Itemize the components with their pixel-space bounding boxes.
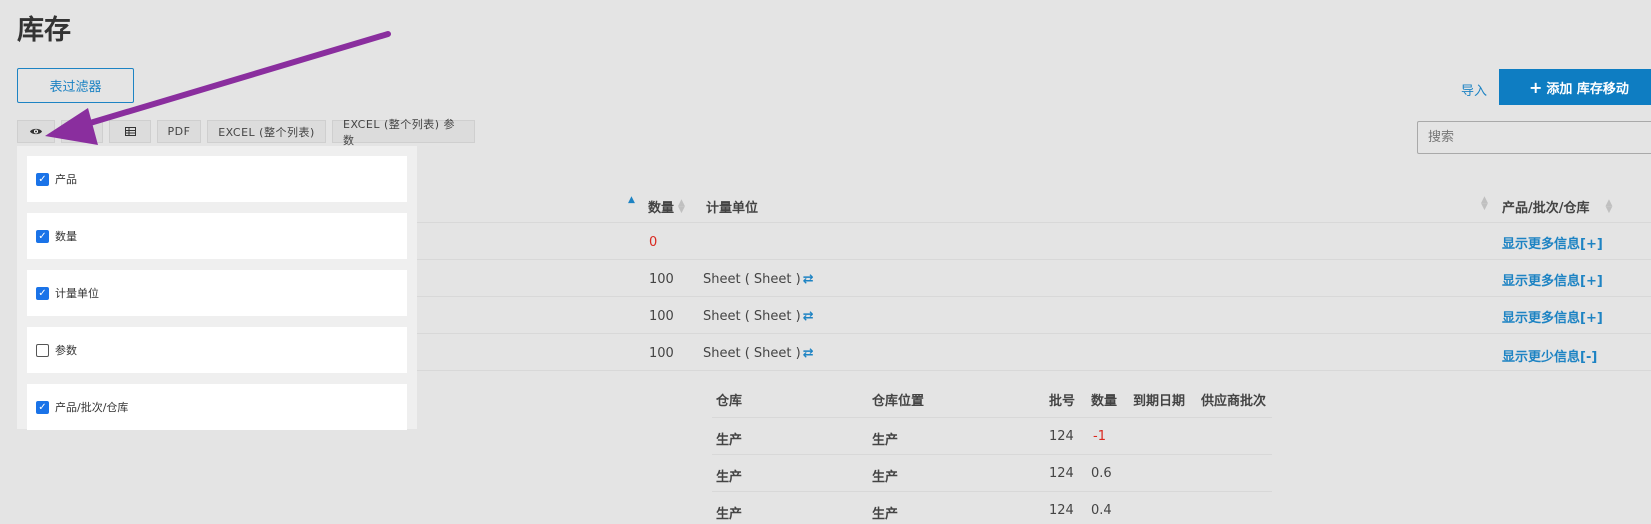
column-toggle-label: 参数 xyxy=(55,344,77,357)
subtable-cell-quantity: -1 xyxy=(1093,429,1106,444)
sort-asc-icon: ▲ xyxy=(628,195,635,205)
subtable-cell-warehouse: 生产 xyxy=(716,507,743,522)
subtable-cell-warehouse: 生产 xyxy=(716,470,743,485)
convert-icon[interactable]: ⇄ xyxy=(803,272,814,287)
row-divider xyxy=(410,259,1651,260)
subtable-cell-location: 生产 xyxy=(872,433,899,448)
export-toolbar: PDF EXCEL (整个列表) EXCEL (整个列表) 参数 xyxy=(17,118,475,147)
add-stock-movement-label: 添加 库存移动 xyxy=(1546,81,1629,97)
subtable-cell-lot: 124 xyxy=(1049,429,1074,444)
subtable-header-warehouse: 仓库 xyxy=(716,394,743,409)
table-filter-button[interactable]: 表过滤器 xyxy=(17,68,134,103)
convert-icon[interactable]: ⇄ xyxy=(803,309,814,324)
subtable-cell-location: 生产 xyxy=(872,470,899,485)
sort-indicator[interactable]: ▲ xyxy=(624,195,635,205)
show-more-link[interactable]: 显示更多信息[+] xyxy=(1502,233,1603,252)
subtable-divider xyxy=(712,454,1272,455)
row-unit: Sheet ( Sheet ) ⇄ xyxy=(703,272,814,287)
column-header-unit-label: 计量单位 xyxy=(706,201,759,216)
row-unit: Sheet ( Sheet ) ⇄ xyxy=(703,309,814,324)
row-quantity: 100 xyxy=(649,309,674,324)
subtable-cell-warehouse: 生产 xyxy=(716,433,743,448)
column-toggle-label: 产品/批次/仓库 xyxy=(55,401,129,414)
csv-button[interactable] xyxy=(109,120,151,143)
import-link[interactable]: 导入 xyxy=(1461,80,1487,99)
convert-icon[interactable]: ⇄ xyxy=(803,346,814,361)
show-less-link[interactable]: 显示更少信息[-] xyxy=(1502,346,1597,365)
eye-icon xyxy=(30,128,42,135)
column-toggle-parameters[interactable]: 参数 xyxy=(27,327,407,373)
subtable-header-expiry: 到期日期 xyxy=(1133,394,1186,409)
subtable-divider xyxy=(712,417,1272,418)
column-header-product-lot-warehouse-label: 产品/批次/仓库 xyxy=(1502,201,1590,216)
excel-full-list-button[interactable]: EXCEL (整个列表) xyxy=(207,120,326,143)
subtable-header-lot: 批号 xyxy=(1049,394,1076,409)
sort-indicator-unit[interactable]: ▲ ▼ xyxy=(1477,195,1488,212)
subtable-cell-location: 生产 xyxy=(872,507,899,522)
column-toggle-product-lot-warehouse[interactable]: ✓ 产品/批次/仓库 xyxy=(27,384,407,430)
page-title: 库存 xyxy=(17,15,71,46)
row-quantity: 100 xyxy=(649,272,674,287)
row-divider xyxy=(410,333,1651,334)
column-toggle-quantity[interactable]: ✓ 数量 xyxy=(27,213,407,259)
column-toggle-label: 产品 xyxy=(55,173,77,186)
search-input[interactable] xyxy=(1417,121,1651,154)
subtable-divider xyxy=(712,491,1272,492)
column-header-quantity[interactable]: 数量 ▲ ▼ xyxy=(648,197,685,216)
subtable-header-location: 仓库位置 xyxy=(872,394,925,409)
row-quantity: 100 xyxy=(649,346,674,361)
row-unit-label: Sheet ( Sheet ) xyxy=(703,346,801,361)
checkbox-checked[interactable]: ✓ xyxy=(36,286,49,300)
column-toggle-unit[interactable]: ✓ 计量单位 xyxy=(27,270,407,316)
sort-icon: ▲ ▼ xyxy=(678,197,685,215)
subtable-cell-quantity: 0.6 xyxy=(1091,466,1112,481)
column-header-unit[interactable]: 计量单位 xyxy=(706,197,758,216)
add-stock-movement-button[interactable]: + 添加 库存移动 xyxy=(1499,69,1651,105)
sort-icon: ▲ ▼ xyxy=(1481,195,1488,212)
column-toggle-product[interactable]: ✓ 产品 xyxy=(27,156,407,202)
copy-button[interactable] xyxy=(61,120,103,143)
subtable-cell-quantity: 0.4 xyxy=(1091,503,1112,518)
column-toggle-label: 计量单位 xyxy=(55,287,99,300)
checkbox-checked[interactable]: ✓ xyxy=(36,400,49,414)
row-quantity: 0 xyxy=(649,235,658,250)
row-divider xyxy=(410,370,1651,371)
plus-icon: + xyxy=(1529,77,1543,97)
row-divider xyxy=(410,222,1651,223)
show-more-link[interactable]: 显示更多信息[+] xyxy=(1502,270,1603,289)
checkbox-unchecked[interactable] xyxy=(36,343,49,357)
row-divider xyxy=(410,296,1651,297)
row-unit: Sheet ( Sheet ) ⇄ xyxy=(703,346,814,361)
column-visibility-menu: ✓ 产品 ✓ 数量 ✓ 计量单位 参数 ✓ 产品/批次/仓库 xyxy=(17,146,417,430)
subtable-cell-lot: 124 xyxy=(1049,503,1074,518)
column-visibility-button[interactable] xyxy=(17,120,55,143)
checkbox-checked[interactable]: ✓ xyxy=(36,172,49,186)
show-more-link[interactable]: 显示更多信息[+] xyxy=(1502,307,1603,326)
table-icon xyxy=(124,127,136,136)
copy-icon xyxy=(76,126,87,137)
column-header-quantity-label: 数量 xyxy=(648,201,675,216)
checkbox-checked[interactable]: ✓ xyxy=(36,229,49,243)
pdf-button[interactable]: PDF xyxy=(157,120,201,143)
subtable-header-quantity: 数量 xyxy=(1091,394,1118,409)
subtable-cell-lot: 124 xyxy=(1049,466,1074,481)
column-toggle-label: 数量 xyxy=(55,230,77,243)
column-header-product-lot-warehouse[interactable]: 产品/批次/仓库 ▲ ▼ xyxy=(1502,197,1612,216)
excel-full-list-params-button[interactable]: EXCEL (整个列表) 参数 xyxy=(332,118,475,147)
row-unit-label: Sheet ( Sheet ) xyxy=(703,272,801,287)
sort-icon: ▲ ▼ xyxy=(1605,197,1613,215)
subtable-header-supplier-lot: 供应商批次 xyxy=(1201,394,1267,409)
row-unit-label: Sheet ( Sheet ) xyxy=(703,309,801,324)
